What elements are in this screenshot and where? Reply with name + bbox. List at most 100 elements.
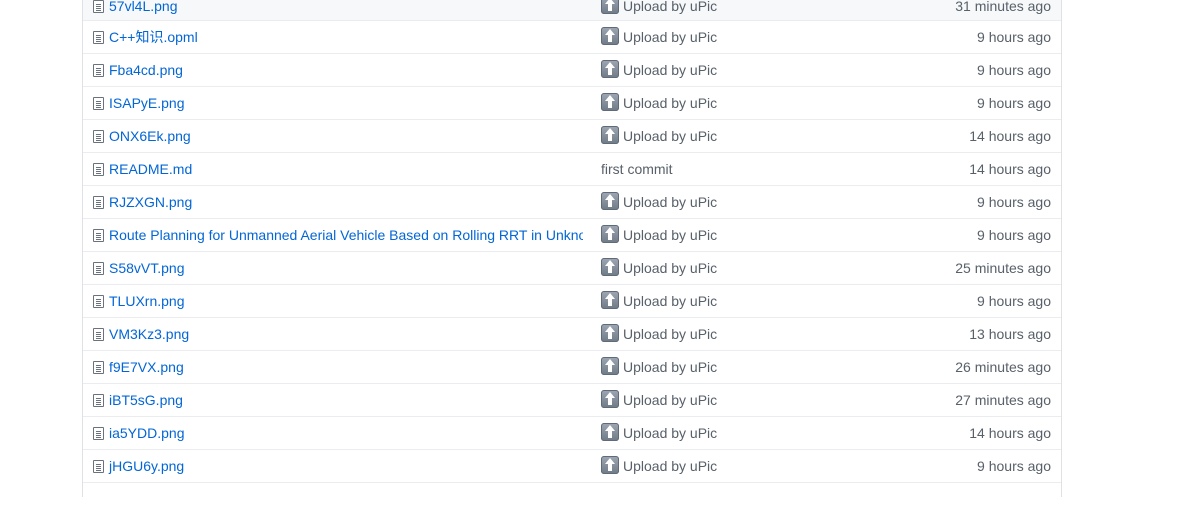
file-row-partial <box>83 482 1061 497</box>
file-icon <box>93 460 104 473</box>
file-icon <box>93 0 104 13</box>
upload-arrow-icon <box>601 27 619 45</box>
commit-message-link[interactable]: Upload by uPic <box>623 0 717 14</box>
file-row[interactable]: iBT5sG.png Upload by uPic 27 minutes ago <box>83 383 1061 416</box>
commit-age: 14 hours ago <box>969 161 1051 177</box>
file-name-cell: TLUXrn.png <box>93 285 583 317</box>
upload-arrow-icon <box>601 390 619 408</box>
commit-message-link[interactable]: Upload by uPic <box>623 260 717 276</box>
file-row[interactable]: ia5YDD.png Upload by uPic 14 hours ago <box>83 416 1061 449</box>
file-row[interactable]: VM3Kz3.png Upload by uPic 13 hours ago <box>83 317 1061 350</box>
file-row[interactable]: S58vVT.png Upload by uPic 25 minutes ago <box>83 251 1061 284</box>
file-row[interactable]: ONX6Ek.png Upload by uPic 14 hours ago <box>83 119 1061 152</box>
commit-age: 9 hours ago <box>977 194 1051 210</box>
file-list-table: 57vl4L.png Upload by uPic 31 minutes ago C+… <box>82 0 1062 497</box>
commit-message-cell: Upload by uPic <box>601 219 861 251</box>
commit-message-link[interactable]: Upload by uPic <box>623 95 717 111</box>
file-name-link[interactable]: TLUXrn.png <box>109 293 184 309</box>
commit-message-cell: Upload by uPic <box>601 450 861 482</box>
file-row[interactable]: 57vl4L.png Upload by uPic 31 minutes ago <box>83 0 1061 20</box>
commit-message-link[interactable]: Upload by uPic <box>623 359 717 375</box>
commit-message-link[interactable]: Upload by uPic <box>623 326 717 342</box>
file-icon <box>93 295 104 308</box>
file-name-cell: ONX6Ek.png <box>93 120 583 152</box>
commit-age: 9 hours ago <box>977 95 1051 111</box>
file-name-link[interactable]: Route Planning for Unmanned Aerial Vehic… <box>109 227 583 243</box>
file-name-cell: Route Planning for Unmanned Aerial Vehic… <box>93 219 583 251</box>
commit-age: 14 hours ago <box>969 128 1051 144</box>
file-name-link[interactable]: f9E7VX.png <box>109 359 184 375</box>
commit-age: 9 hours ago <box>977 29 1051 45</box>
file-name-link[interactable]: C++知识.opml <box>109 29 198 45</box>
commit-message-link[interactable]: Upload by uPic <box>623 425 717 441</box>
commit-age: 13 hours ago <box>969 326 1051 342</box>
commit-age: 14 hours ago <box>969 425 1051 441</box>
file-name-link[interactable]: iBT5sG.png <box>109 392 183 408</box>
file-row[interactable]: ISAPyE.png Upload by uPic 9 hours ago <box>83 86 1061 119</box>
file-row[interactable]: RJZXGN.png Upload by uPic 9 hours ago <box>83 185 1061 218</box>
commit-message-link[interactable]: Upload by uPic <box>623 392 717 408</box>
file-name-cell: RJZXGN.png <box>93 186 583 218</box>
file-row[interactable]: f9E7VX.png Upload by uPic 26 minutes ago <box>83 350 1061 383</box>
file-icon <box>93 229 104 242</box>
file-row[interactable]: C++知识.opml Upload by uPic 9 hours ago <box>83 20 1061 53</box>
file-name-link[interactable]: ISAPyE.png <box>109 95 185 111</box>
file-name-link[interactable]: ia5YDD.png <box>109 425 185 441</box>
file-icon <box>93 163 104 176</box>
upload-arrow-icon <box>601 225 619 243</box>
commit-message-link[interactable]: Upload by uPic <box>623 62 717 78</box>
commit-message-cell: Upload by uPic <box>601 54 861 86</box>
file-name-link[interactable]: ONX6Ek.png <box>109 128 191 144</box>
commit-age: 27 minutes ago <box>955 392 1051 408</box>
file-name-cell: ISAPyE.png <box>93 87 583 119</box>
file-name-link[interactable]: jHGU6y.png <box>109 458 184 474</box>
upload-arrow-icon <box>601 60 619 78</box>
commit-age: 26 minutes ago <box>955 359 1051 375</box>
file-row[interactable]: Route Planning for Unmanned Aerial Vehic… <box>83 218 1061 251</box>
commit-age: 9 hours ago <box>977 227 1051 243</box>
file-name-cell: jHGU6y.png <box>93 450 583 482</box>
file-icon <box>93 427 104 440</box>
commit-message-link[interactable]: Upload by uPic <box>623 128 717 144</box>
upload-arrow-icon <box>601 324 619 342</box>
file-name-link[interactable]: S58vVT.png <box>109 260 185 276</box>
file-icon <box>93 361 104 374</box>
file-icon <box>93 31 104 44</box>
file-name-cell: VM3Kz3.png <box>93 318 583 350</box>
file-row[interactable]: jHGU6y.png Upload by uPic 9 hours ago <box>83 449 1061 482</box>
commit-age: 31 minutes ago <box>955 0 1051 14</box>
file-icon <box>93 262 104 275</box>
commit-message-cell: Upload by uPic <box>601 285 861 317</box>
file-name-link[interactable]: 57vl4L.png <box>109 0 178 14</box>
file-name-cell: README.md <box>93 153 583 185</box>
file-icon <box>93 394 104 407</box>
file-name-link[interactable]: Fba4cd.png <box>109 62 183 78</box>
file-name-link[interactable]: VM3Kz3.png <box>109 326 189 342</box>
file-name-link[interactable]: RJZXGN.png <box>109 194 192 210</box>
file-name-cell: f9E7VX.png <box>93 351 583 383</box>
commit-message-cell: Upload by uPic <box>601 351 861 383</box>
commit-message-link[interactable]: Upload by uPic <box>623 194 717 210</box>
file-name-link[interactable]: README.md <box>109 161 192 177</box>
file-name-cell: iBT5sG.png <box>93 384 583 416</box>
commit-message-link[interactable]: first commit <box>601 161 673 177</box>
commit-message-link[interactable]: Upload by uPic <box>623 293 717 309</box>
commit-message-cell: Upload by uPic <box>601 120 861 152</box>
upload-arrow-icon <box>601 291 619 309</box>
file-row[interactable]: README.md first commit 14 hours ago <box>83 152 1061 185</box>
file-row[interactable]: TLUXrn.png Upload by uPic 9 hours ago <box>83 284 1061 317</box>
commit-message-link[interactable]: Upload by uPic <box>623 29 717 45</box>
file-icon <box>93 328 104 341</box>
file-name-cell: ia5YDD.png <box>93 417 583 449</box>
commit-message-link[interactable]: Upload by uPic <box>623 458 717 474</box>
commit-message-cell: Upload by uPic <box>601 384 861 416</box>
commit-age: 9 hours ago <box>977 62 1051 78</box>
upload-arrow-icon <box>601 357 619 375</box>
commit-message-cell: Upload by uPic <box>601 318 861 350</box>
commit-message-link[interactable]: Upload by uPic <box>623 227 717 243</box>
upload-arrow-icon <box>601 93 619 111</box>
commit-message-cell: Upload by uPic <box>601 21 861 53</box>
upload-arrow-icon <box>601 456 619 474</box>
file-name-cell: 57vl4L.png <box>93 0 583 20</box>
file-row[interactable]: Fba4cd.png Upload by uPic 9 hours ago <box>83 53 1061 86</box>
